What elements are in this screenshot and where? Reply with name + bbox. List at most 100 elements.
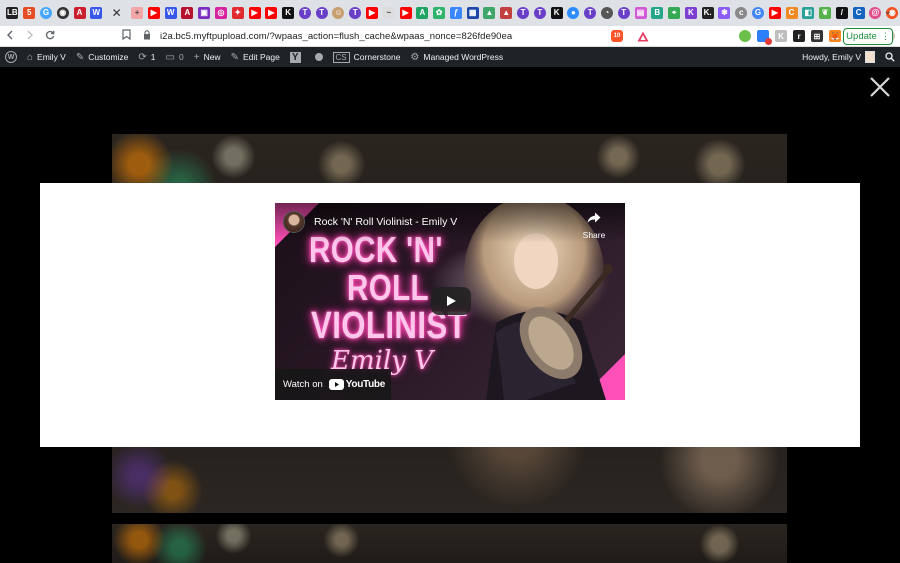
tab-orange-c-icon[interactable]: C: [785, 7, 798, 19]
tab-c-icon[interactable]: c: [735, 7, 748, 19]
metamask-icon[interactable]: 🦊: [829, 30, 841, 42]
lock-icon[interactable]: [140, 30, 154, 42]
tab-spiral-icon[interactable]: @: [869, 7, 882, 19]
tab-t-circle-icon[interactable]: T: [298, 7, 311, 19]
tab-purple-k-icon[interactable]: K: [684, 7, 697, 19]
cornerstone-link[interactable]: CS Cornerstone: [328, 47, 406, 67]
red-badge-ext-icon[interactable]: [757, 30, 772, 45]
tab-google-icon[interactable]: G: [751, 7, 764, 19]
edit-page-link[interactable]: ✎ Edit Page: [226, 47, 285, 67]
tab-gauge-icon[interactable]: ◔: [600, 7, 613, 19]
comment-bubble-icon: ▭: [165, 51, 175, 63]
my-account-menu[interactable]: Howdy, Emily V: [797, 47, 880, 67]
grid-ext-icon[interactable]: ⊞: [811, 30, 823, 42]
share-button[interactable]: Share: [581, 211, 607, 240]
tab-search-chevron-icon[interactable]: ⌄: [884, 6, 892, 17]
reload-icon: [45, 30, 55, 40]
tab-red-mountain-icon[interactable]: ▲: [500, 7, 513, 19]
lightbox-modal: ROCK 'N' ROLL VIOLINIST Emily V Rock 'N'…: [40, 183, 860, 447]
tab-slash-icon[interactable]: /: [835, 7, 848, 19]
puzzle-color-icon[interactable]: [739, 30, 751, 42]
tab-f-icon[interactable]: ƒ: [449, 7, 462, 19]
managed-wordpress-link[interactable]: ⚙ Managed WordPress: [405, 47, 508, 67]
bookmark-button[interactable]: [116, 29, 136, 43]
tab-star-icon[interactable]: ✱: [718, 7, 731, 19]
video-title[interactable]: Rock 'N' Roll Violinist - Emily V: [314, 216, 457, 228]
tab-green-mountain-icon[interactable]: ▲: [483, 7, 496, 19]
new-content-menu[interactable]: + New: [189, 47, 226, 67]
brave-shield-icon[interactable]: 10: [611, 30, 623, 42]
tab-a-logo-icon[interactable]: A: [73, 7, 86, 19]
address-bar[interactable]: i2a.bc5.myftpupload.com/?wpaas_action=fl…: [140, 28, 618, 45]
tab-youtube-icon[interactable]: ▶: [265, 7, 278, 19]
tab-leaf-icon[interactable]: ❦: [819, 7, 832, 19]
lightbox-close-icon[interactable]: [869, 76, 891, 98]
active-tab-close-button[interactable]: ✕: [109, 4, 125, 22]
reload-button[interactable]: [40, 29, 60, 43]
brave-rewards-icon[interactable]: [637, 30, 649, 42]
tab-black-k-icon[interactable]: K: [550, 7, 563, 19]
tab-pink-grid-icon[interactable]: ▤: [634, 7, 647, 19]
page-content: ROCK 'N' ROLL VIOLINIST Emily V Rock 'N'…: [0, 67, 900, 563]
tab-lb-icon[interactable]: LB: [6, 7, 19, 19]
tab-html5-icon[interactable]: 5: [23, 7, 36, 19]
tab-youtube-icon[interactable]: ▶: [366, 7, 379, 19]
tab-blue-c-icon[interactable]: C: [852, 7, 865, 19]
tab-youtube-icon[interactable]: ▶: [147, 7, 160, 19]
tab-purple-icon[interactable]: ▣: [198, 7, 211, 19]
tab-t-circle-icon[interactable]: T: [533, 7, 546, 19]
kebab-menu-icon: ⋮: [880, 31, 890, 41]
thumbnail-text-line2: ROLL: [347, 267, 429, 308]
url-text[interactable]: i2a.bc5.myftpupload.com/?wpaas_action=fl…: [154, 31, 512, 42]
seo-status-indicator[interactable]: [310, 47, 328, 67]
tab-black-k-icon[interactable]: K: [282, 7, 295, 19]
tab-teal-icon[interactable]: ◧: [802, 7, 815, 19]
tab-t-circle-icon[interactable]: T: [315, 7, 328, 19]
tab-t-circle-icon[interactable]: T: [517, 7, 530, 19]
tab-vine-icon[interactable]: ✿: [433, 7, 446, 19]
tab-youtube-icon[interactable]: ▶: [768, 7, 781, 19]
tab-a-logo-icon[interactable]: A: [181, 7, 194, 19]
tab-wordpress-icon[interactable]: W: [164, 7, 177, 19]
tab-teal-square-icon[interactable]: B: [651, 7, 664, 19]
tab-youtube-icon[interactable]: ▶: [399, 7, 412, 19]
readwise-ext-icon[interactable]: r: [793, 30, 805, 42]
tab-green-a-icon[interactable]: A: [416, 7, 429, 19]
edit-page-label: Edit Page: [242, 52, 280, 62]
k-ext-icon[interactable]: K: [775, 30, 787, 42]
comments-link[interactable]: ▭ 0: [161, 47, 189, 67]
customize-link[interactable]: ✎ Customize: [71, 47, 134, 67]
tab-t-circle-icon[interactable]: T: [617, 7, 630, 19]
tab-wordpress-icon[interactable]: W: [90, 7, 103, 19]
tab-instagram-icon[interactable]: ◎: [214, 7, 227, 19]
youtube-embed[interactable]: ROCK 'N' ROLL VIOLINIST Emily V Rock 'N'…: [275, 203, 625, 400]
wp-logo-menu[interactable]: W: [0, 47, 22, 67]
paintbrush-icon: ✎: [75, 51, 85, 63]
tab-plus-badge-icon[interactable]: +: [131, 7, 144, 19]
tab-strip: LB 5 G ◉ A W ✕ + ▶ W A ▣ ◎ ✦ ▶ ▶ K T T ☺ T ▶ ~ ▶ A ✿ ƒ ▦ ▲ ▲ T T K ● T ◔ T ▤ B…: [0, 0, 900, 26]
tab-calendar-icon[interactable]: ▦: [466, 7, 479, 19]
tab-t-circle-icon[interactable]: T: [584, 7, 597, 19]
forward-button[interactable]: [20, 29, 40, 43]
watch-on-youtube-button[interactable]: Watch on YouTube: [275, 369, 391, 400]
tab-black-k-icon[interactable]: K.: [701, 7, 714, 19]
channel-avatar[interactable]: [283, 211, 305, 233]
play-button[interactable]: [431, 287, 471, 315]
tab-circle-icon[interactable]: ◉: [56, 7, 69, 19]
back-button[interactable]: [0, 29, 20, 43]
tab-red-badge-icon[interactable]: ✦: [231, 7, 244, 19]
tab-t-circle-icon[interactable]: T: [349, 7, 362, 19]
admin-search-button[interactable]: [880, 47, 900, 67]
tab-blue-chat-icon[interactable]: ●: [567, 7, 580, 19]
youtube-logo: YouTube: [328, 379, 385, 390]
tab-youtube-icon[interactable]: ▶: [248, 7, 261, 19]
updates-link[interactable]: ⟳ 1: [133, 47, 160, 67]
site-name-menu[interactable]: ⌂ Emily V: [22, 47, 71, 67]
update-button[interactable]: Update ⋮: [843, 28, 893, 45]
tab-signature-icon[interactable]: ~: [382, 7, 395, 19]
tab-person-icon[interactable]: ☺: [332, 7, 345, 19]
yoast-menu[interactable]: Y: [285, 47, 310, 67]
tab-maps-pin-icon[interactable]: ⌖: [668, 7, 681, 19]
site-name: Emily V: [37, 52, 66, 62]
tab-globe-icon[interactable]: G: [39, 7, 52, 19]
